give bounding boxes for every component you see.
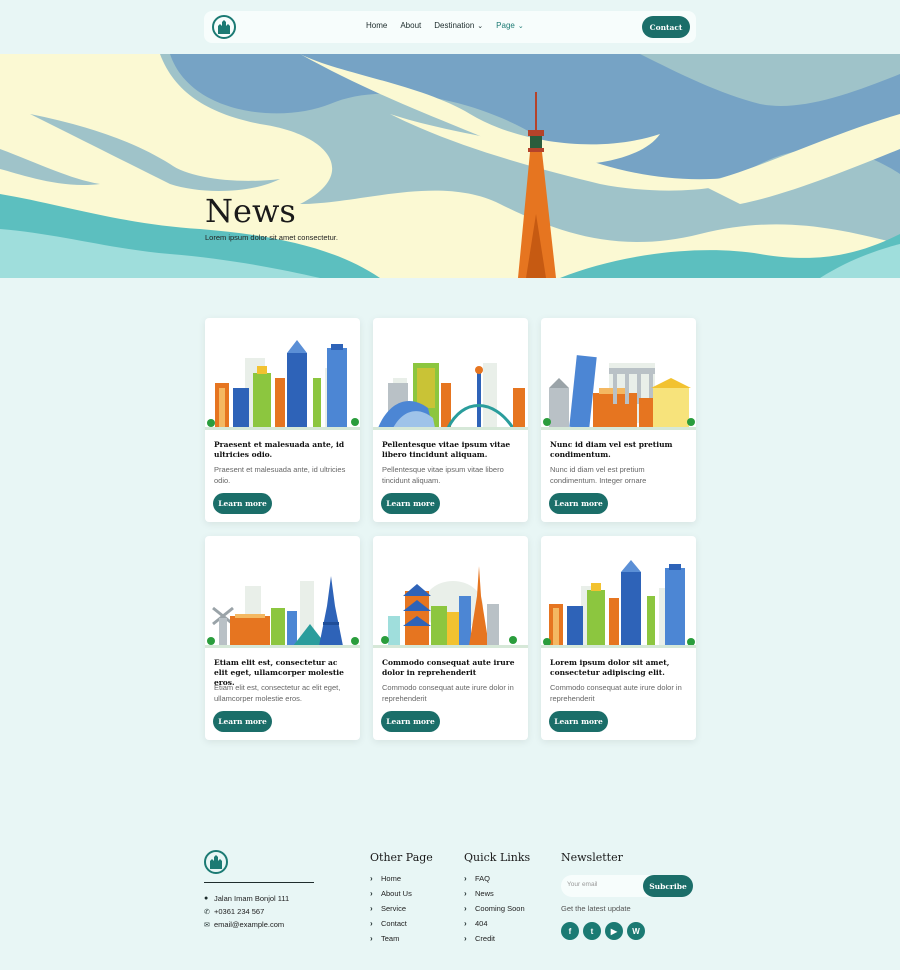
footer-link-credit[interactable]: › Credit <box>464 934 495 943</box>
card-title[interactable]: Commodo consequat aute irure dolor in re… <box>382 658 520 678</box>
learn-more-button[interactable]: Learn more <box>213 493 272 514</box>
learn-more-button[interactable]: Learn more <box>381 493 440 514</box>
footer-link-faq[interactable]: › FAQ <box>464 874 490 883</box>
card-text: Nunc id diam vel est pretium condimentum… <box>550 465 647 485</box>
news-card[interactable]: Lorem ipsum dolor sit amet, consectetur … <box>541 536 696 740</box>
newsletter-form: Subcribe <box>561 875 693 897</box>
phone-icon: ✆ <box>204 908 210 916</box>
envelope-icon: ✉ <box>204 921 210 929</box>
newsletter-note: Get the latest update <box>561 904 631 913</box>
city-skyline-image <box>205 340 360 430</box>
news-card[interactable]: Commodo consequat aute irure dolor in re… <box>373 536 528 740</box>
news-card[interactable]: Praesent et malesuada ante, id ultricies… <box>205 318 360 522</box>
chevron-down-icon: ⌄ <box>517 22 524 30</box>
chevron-right-icon: › <box>464 904 467 913</box>
nav-item-destination[interactable]: Destination ⌄ <box>434 21 483 30</box>
city-skyline-image <box>541 355 696 430</box>
learn-more-button[interactable]: Learn more <box>549 711 608 732</box>
footer-phone: ✆ +0361 234 567 <box>204 907 265 916</box>
footer-divider <box>204 882 314 883</box>
chevron-right-icon: › <box>464 934 467 943</box>
email-input[interactable] <box>567 881 637 888</box>
footer-link-home[interactable]: › Home <box>370 874 401 883</box>
chevron-right-icon: › <box>370 889 373 898</box>
card-text: Pellentesque vitae ipsum vitae libero ti… <box>382 465 504 485</box>
footer-link-about-us[interactable]: › About Us <box>370 889 412 898</box>
quick-links-heading: Quick Links <box>464 851 531 864</box>
navbar: Home About Destination ⌄ Page ⌄ Contact <box>204 11 696 43</box>
facebook-icon[interactable]: f <box>561 922 579 940</box>
footer-address: ● Jalan Imam Bonjol 111 <box>204 894 290 903</box>
chevron-right-icon: › <box>370 919 373 928</box>
city-skyline-image <box>373 363 528 430</box>
newsletter-heading: Newsletter <box>561 851 623 864</box>
hero-illustration <box>0 54 900 278</box>
card-title[interactable]: Lorem ipsum dolor sit amet, consectetur … <box>550 658 688 678</box>
card-text: Etiam elit est, consectetur ac elit eget… <box>214 683 341 703</box>
news-card[interactable]: Pellentesque vitae ipsum vitae libero ti… <box>373 318 528 522</box>
hero-banner: News Lorem ipsum dolor sit amet consecte… <box>0 54 900 278</box>
youtube-icon[interactable]: ▶ <box>605 922 623 940</box>
page-subtitle: Lorem ipsum dolor sit amet consectetur. <box>205 233 338 242</box>
chevron-right-icon: › <box>370 934 373 943</box>
footer-logo[interactable] <box>204 850 228 874</box>
footer-link-404[interactable]: › 404 <box>464 919 488 928</box>
card-title[interactable]: Pellentesque vitae ipsum vitae libero ti… <box>382 440 520 460</box>
nav-menu: Home About Destination ⌄ Page ⌄ <box>366 21 537 30</box>
other-page-heading: Other Page <box>370 851 433 864</box>
page-title: News <box>205 192 296 230</box>
learn-more-button[interactable]: Learn more <box>381 711 440 732</box>
news-card[interactable]: Nunc id diam vel est pretium condimentum… <box>541 318 696 522</box>
city-skyline-image <box>373 566 528 648</box>
learn-more-button[interactable]: Learn more <box>213 711 272 732</box>
logo[interactable] <box>212 15 236 39</box>
news-card[interactable]: Etiam elit est, consectetur ac elit eget… <box>205 536 360 740</box>
footer-link-coming-soon[interactable]: › Cooming Soon <box>464 904 525 913</box>
city-skyline-image <box>205 576 360 648</box>
footer-link-contact[interactable]: › Contact <box>370 919 407 928</box>
chevron-right-icon: › <box>370 874 373 883</box>
footer-link-news[interactable]: › News <box>464 889 494 898</box>
card-text: Praesent et malesuada ante, id ultricies… <box>214 465 346 485</box>
subscribe-button[interactable]: Subcribe <box>643 875 693 897</box>
nav-item-home[interactable]: Home <box>366 21 387 30</box>
nav-item-page[interactable]: Page ⌄ <box>496 21 524 30</box>
learn-more-button[interactable]: Learn more <box>549 493 608 514</box>
card-title[interactable]: Praesent et malesuada ante, id ultricies… <box>214 440 352 460</box>
city-skyline-image <box>541 560 696 648</box>
map-pin-icon: ● <box>204 895 209 902</box>
twitter-icon[interactable]: t <box>583 922 601 940</box>
contact-button[interactable]: Contact <box>642 16 690 38</box>
chevron-down-icon: ⌄ <box>477 22 484 30</box>
chevron-right-icon: › <box>370 904 373 913</box>
footer-email[interactable]: ✉ email@example.com <box>204 920 284 929</box>
card-text: Commodo consequat aute irure dolor in re… <box>382 683 514 703</box>
wordpress-icon[interactable]: W <box>627 922 645 940</box>
chevron-right-icon: › <box>464 919 467 928</box>
nav-item-about[interactable]: About <box>400 21 421 30</box>
chevron-right-icon: › <box>464 889 467 898</box>
footer-link-team[interactable]: › Team <box>370 934 399 943</box>
footer-link-service[interactable]: › Service <box>370 904 406 913</box>
card-title[interactable]: Nunc id diam vel est pretium condimentum… <box>550 440 688 460</box>
chevron-right-icon: › <box>464 874 467 883</box>
card-text: Commodo consequat aute irure dolor in re… <box>550 683 682 703</box>
